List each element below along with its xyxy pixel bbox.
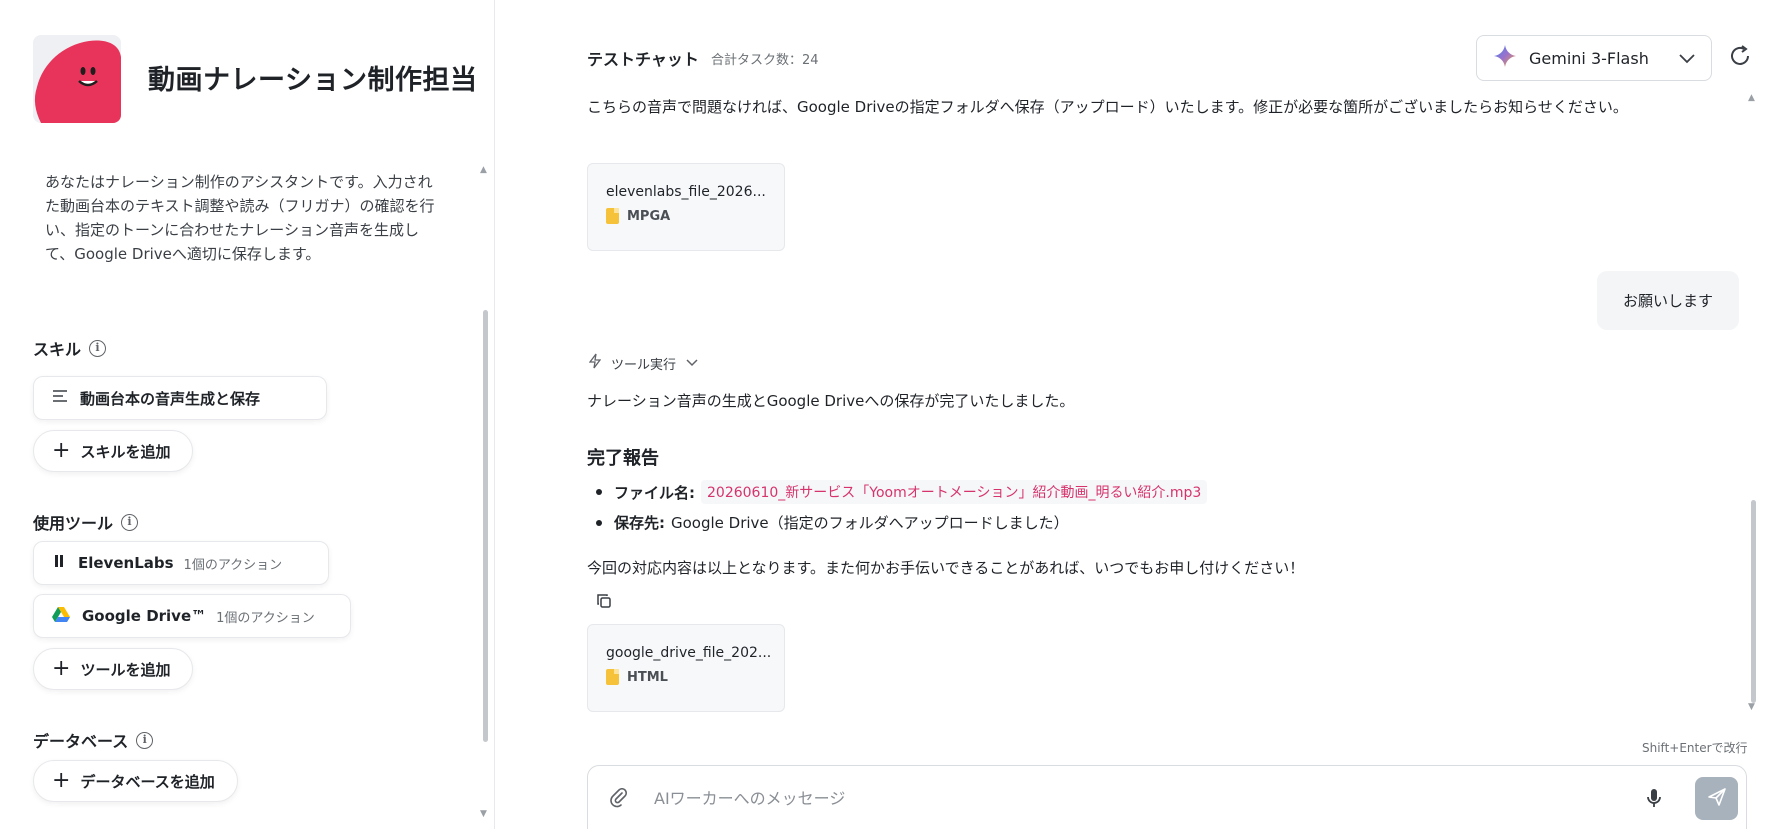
file-name: google_drive_file_202...	[606, 645, 772, 661]
sidebar-scroll-up-arrow[interactable]: ▲	[480, 165, 487, 175]
info-icon[interactable]: i	[89, 339, 107, 357]
plus-icon: +	[52, 438, 71, 463]
chevron-down-icon	[1679, 49, 1695, 68]
assistant-message-text: 今回の対応内容は以上となります。また何かお手伝いできることがあれば、いつでもお申…	[587, 559, 1305, 577]
assistant-message-text: ナレーション音声の生成とGoogle Driveへの保存が完了いたしました。	[587, 392, 1075, 410]
chat-scroll-down-arrow[interactable]: ▼	[1748, 702, 1755, 712]
add-tool-label: ツールを追加	[80, 660, 171, 679]
file-icon	[606, 208, 619, 224]
task-count: 合計タスク数：24	[711, 53, 819, 68]
tool-item-label: Google Drive™	[82, 607, 207, 625]
list-item-label: 保存先:	[614, 514, 665, 532]
refresh-icon[interactable]	[1728, 44, 1756, 72]
tool-item-actions: 1個のアクション	[216, 610, 315, 626]
add-database-button[interactable]: + データベースを追加	[33, 760, 238, 802]
chevron-down-icon	[686, 356, 698, 371]
send-icon	[1707, 787, 1727, 811]
model-selector[interactable]: Gemini 3-Flash	[1476, 35, 1712, 81]
info-icon[interactable]: i	[121, 513, 139, 531]
google-drive-icon	[52, 606, 70, 626]
list-item: ファイル名: 20260610_新サービス「Yoomオートメーション」紹介動画_…	[596, 480, 1208, 504]
plus-icon: +	[52, 768, 71, 793]
sidebar-scroll-down-arrow[interactable]: ▼	[480, 809, 487, 819]
file-type: HTML	[606, 669, 784, 685]
agent-avatar	[33, 35, 121, 123]
file-type: MPGA	[606, 208, 784, 224]
add-tool-button[interactable]: + ツールを追加	[33, 648, 194, 690]
tool-item-google-drive[interactable]: Google Drive™ 1個のアクション	[33, 594, 351, 638]
tool-execution-label: ツール実行	[611, 357, 677, 373]
send-button[interactable]	[1695, 777, 1738, 820]
file-attachment-card[interactable]: elevenlabs_file_2026... MPGA	[587, 163, 785, 251]
sidebar-scrollbar[interactable]	[483, 310, 488, 742]
message-composer	[587, 765, 1747, 829]
user-message-bubble: お願いします	[1597, 271, 1739, 330]
bullet-dot	[596, 519, 602, 526]
elevenlabs-icon	[52, 554, 66, 572]
chat-scroll-up-arrow[interactable]: ▲	[1748, 93, 1755, 103]
file-attachment-card[interactable]: google_drive_file_202... HTML	[587, 624, 785, 712]
list-icon	[52, 389, 68, 407]
tool-item-elevenlabs[interactable]: ElevenLabs 1個のアクション	[33, 541, 329, 585]
plus-icon: +	[52, 656, 71, 681]
add-skill-button[interactable]: + スキルを追加	[33, 430, 194, 472]
tools-title-label: 使用ツール	[33, 514, 114, 533]
bullet-dot	[596, 489, 602, 495]
skills-section-title: スキル i	[33, 336, 107, 360]
add-database-label: データベースを追加	[80, 772, 215, 791]
paperclip-icon[interactable]	[610, 787, 630, 808]
composer-hint: Shift+Enterで改行	[1642, 741, 1748, 755]
chat-scrollbar[interactable]	[1751, 500, 1756, 703]
info-icon[interactable]: i	[136, 731, 154, 749]
database-section-title: データベース i	[33, 728, 154, 752]
model-selector-label: Gemini 3-Flash	[1529, 48, 1649, 68]
skill-item-label: 動画台本の音声生成と保存	[80, 389, 261, 408]
file-type-label: HTML	[627, 669, 668, 685]
tool-item-actions: 1個のアクション	[183, 557, 283, 573]
file-name-code: 20260610_新サービス「Yoomオートメーション」紹介動画_明るい紹介.m…	[701, 480, 1208, 504]
list-item-value: Google Drive（指定のフォルダへアップロードしました）	[671, 514, 1069, 532]
report-heading: 完了報告	[587, 448, 659, 469]
gemini-icon	[1493, 44, 1517, 72]
tool-item-label: ElevenLabs	[78, 554, 174, 572]
database-title-label: データベース	[33, 732, 129, 751]
agent-description: あなたはナレーション制作のアシスタントです。入力された動画台本のテキスト調整や読…	[45, 173, 435, 263]
lightning-icon	[588, 353, 602, 373]
skill-item[interactable]: 動画台本の音声生成と保存	[33, 376, 327, 420]
message-input[interactable]	[654, 784, 1554, 812]
copy-icon[interactable]	[596, 593, 614, 611]
sidebar: 動画ナレーション制作担当 ▲ あなたはナレーション制作のアシスタントです。入力さ…	[0, 0, 495, 829]
chat-title: テストチャット	[587, 50, 699, 69]
tool-execution-toggle[interactable]: ツール実行	[588, 353, 698, 373]
tools-section-title: 使用ツール i	[33, 510, 139, 534]
add-skill-label: スキルを追加	[80, 442, 171, 461]
chat-panel: テストチャット 合計タスク数：24 Gemini 3-Flash ▲ こちらの音…	[496, 0, 1773, 829]
list-item: 保存先: Google Drive（指定のフォルダへアップロードしました）	[596, 512, 1069, 533]
file-icon	[606, 669, 619, 685]
agent-name: 動画ナレーション制作担当	[148, 65, 478, 96]
microphone-icon[interactable]	[1642, 786, 1666, 810]
file-name: elevenlabs_file_2026...	[606, 184, 766, 200]
file-type-label: MPGA	[627, 208, 671, 224]
list-item-label: ファイル名:	[614, 483, 695, 502]
assistant-message-text: こちらの音声で問題なければ、Google Driveの指定フォルダへ保存（アップ…	[587, 98, 1628, 116]
skills-title-label: スキル	[33, 340, 82, 359]
